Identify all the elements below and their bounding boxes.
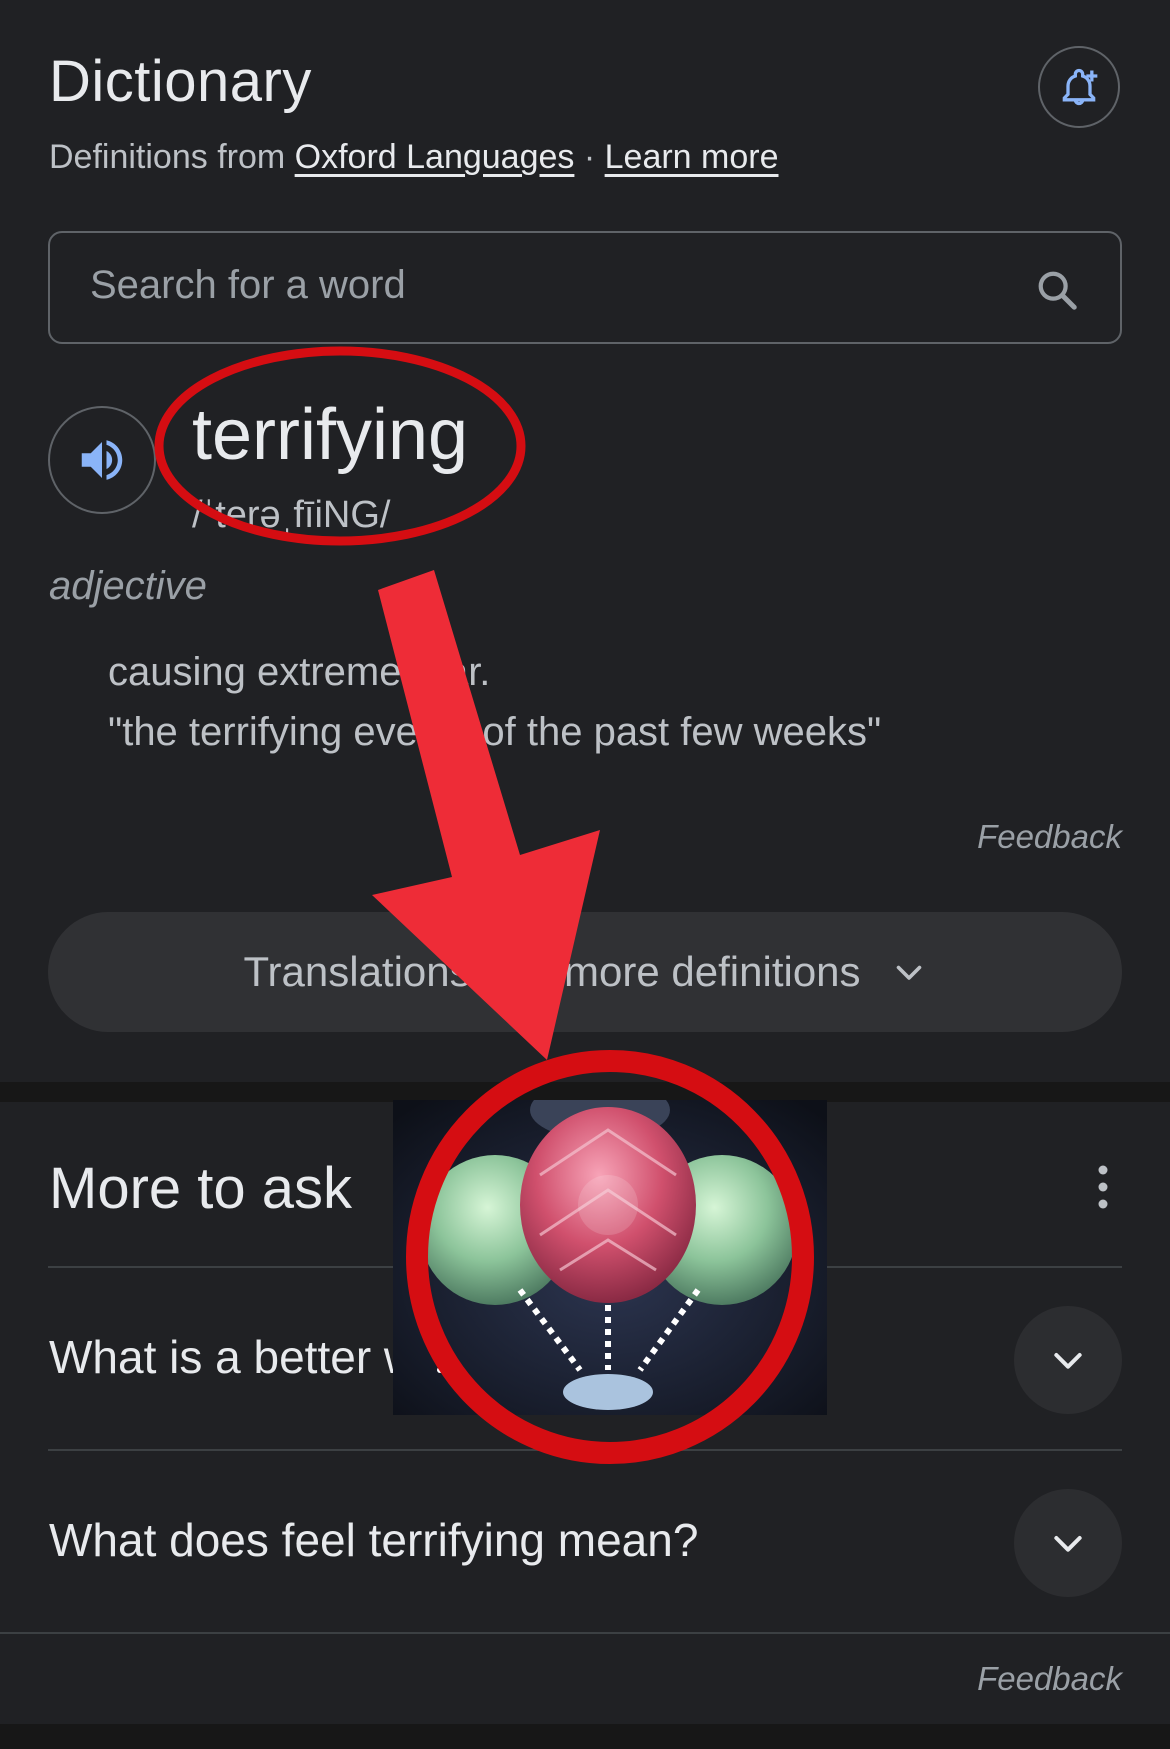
alert-button[interactable] [1038, 46, 1120, 128]
divider [0, 1632, 1170, 1634]
question-2[interactable]: What does feel terrifying mean? [49, 1513, 698, 1567]
oxford-languages-link[interactable]: Oxford Languages [295, 138, 575, 176]
separator: · [574, 138, 605, 176]
chevron-down-icon [1054, 1536, 1082, 1552]
feedback-link[interactable]: Feedback [977, 1660, 1122, 1698]
page-title: Dictionary [49, 49, 312, 114]
search-box[interactable]: Search for a word [48, 231, 1122, 344]
pronunciation-button[interactable] [48, 406, 156, 514]
phonetic: /ˈterəˌfīiNG/ [192, 494, 391, 536]
definition: causing extreme fear. [108, 650, 491, 694]
headword: terrifying [192, 395, 469, 475]
divider [48, 1266, 1122, 1268]
example-sentence: "the terrifying events of the past few w… [108, 710, 882, 754]
highlight-circle [406, 1050, 814, 1464]
chevron-down-icon [896, 965, 921, 980]
section-divider [0, 1082, 1170, 1102]
divider [48, 1449, 1122, 1451]
source-prefix: Definitions from [49, 138, 295, 176]
bell-plus-icon [1062, 68, 1098, 106]
chevron-down-icon [1054, 1353, 1082, 1369]
question-1[interactable]: What is a better word for terrifying? [49, 1330, 765, 1384]
translations-label: Translations and more definitions [243, 948, 861, 995]
expand-question-2-button[interactable] [1014, 1489, 1122, 1597]
translations-button[interactable]: Translations and more definitions [48, 912, 1122, 1032]
part-of-speech: adjective [49, 564, 207, 608]
search-input[interactable]: Search for a word [90, 263, 406, 308]
more-to-ask-title: More to ask [49, 1156, 352, 1221]
more-options-icon[interactable] [1088, 1162, 1118, 1212]
feedback-link[interactable]: Feedback [977, 818, 1122, 856]
speaker-icon [81, 440, 123, 480]
search-icon[interactable] [1034, 267, 1080, 313]
bottom-divider [0, 1724, 1170, 1749]
expand-question-1-button[interactable] [1014, 1306, 1122, 1414]
learn-more-link[interactable]: Learn more [605, 138, 779, 176]
source-line: Definitions from Oxford Languages · Lear… [49, 138, 779, 177]
